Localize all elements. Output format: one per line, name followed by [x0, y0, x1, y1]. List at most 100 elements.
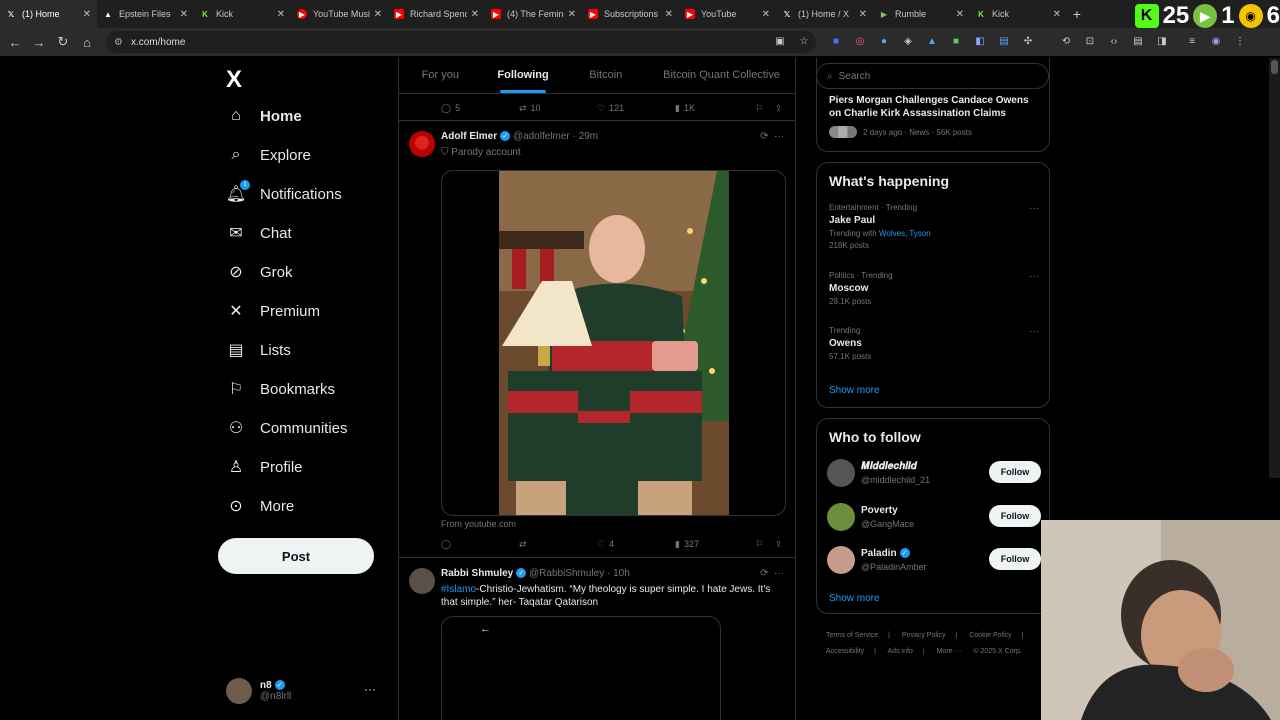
browser-tab[interactable]: ▶ YouTube Music ✕ — [291, 0, 388, 28]
nav-notifications[interactable]: 🔔︎ 1 Notifications — [226, 179, 342, 209]
browser-tab[interactable]: ▶ YouTube ✕ — [679, 0, 776, 28]
nav-chat[interactable]: ✉ Chat — [226, 218, 291, 248]
footer-link[interactable]: Accessibility — [826, 648, 864, 655]
avatar[interactable] — [827, 459, 855, 487]
extension-icon[interactable]: ◈ — [900, 33, 916, 49]
nav-lists[interactable]: ▤ Lists — [226, 335, 290, 365]
arrow-left-icon[interactable]: ← — [480, 623, 491, 635]
x-logo-icon[interactable]: X — [226, 66, 242, 94]
follow-button[interactable]: Follow — [989, 505, 1041, 527]
browser-tab[interactable]: K Kick ✕ — [194, 0, 291, 28]
cast-icon[interactable]: ▣ — [772, 33, 788, 49]
trend-item[interactable]: Trending Owens 57.1K posts ··· — [829, 326, 1039, 361]
follow-suggestion[interactable]: Paladin ✓ @PaladinAmber Follow — [827, 546, 1041, 576]
home-icon[interactable]: ⌂ — [75, 35, 99, 50]
close-icon[interactable]: ✕ — [859, 9, 867, 20]
browser-tab[interactable]: K Kick ✕ — [970, 0, 1067, 28]
close-icon[interactable]: ✕ — [665, 9, 673, 20]
trend-related-link[interactable]: Wolves, Tyson — [879, 229, 931, 238]
show-more-link[interactable]: Show more — [829, 593, 880, 604]
close-icon[interactable]: ✕ — [277, 9, 285, 20]
kebab-menu-icon[interactable]: ⋮ — [1232, 33, 1248, 49]
nav-premium[interactable]: ✕ Premium — [226, 296, 320, 326]
new-tab-button[interactable]: + — [1067, 6, 1087, 22]
footer-more[interactable]: More ··· — [937, 648, 962, 655]
more-dots-icon[interactable]: ··· — [1029, 203, 1039, 214]
tab-bitcoin-quant-collective[interactable]: Bitcoin Quant Collective — [647, 58, 795, 93]
reply-button[interactable]: ◯ 5 — [441, 103, 460, 114]
extension-icon[interactable]: ⊡ — [1082, 33, 1098, 49]
post-button[interactable]: Post — [218, 538, 374, 574]
close-icon[interactable]: ✕ — [374, 9, 382, 20]
scrollbar[interactable] — [1269, 58, 1280, 478]
scrollbar-thumb[interactable] — [1271, 60, 1278, 74]
sidebar-icon[interactable]: ◨ — [1154, 33, 1170, 49]
nav-profile[interactable]: ♙ Profile — [226, 452, 303, 482]
extension-icon[interactable]: ● — [876, 33, 892, 49]
profile-avatar-icon[interactable]: ◉ — [1208, 33, 1224, 49]
bookmark-button[interactable]: ⚐ — [755, 103, 763, 114]
star-icon[interactable]: ☆ — [796, 33, 812, 49]
close-icon[interactable]: ✕ — [762, 9, 770, 20]
browser-tab[interactable]: ▶Richard Spencer✕ — [388, 0, 485, 28]
trend-item[interactable]: Entertainment · Trending Jake Paul Trend… — [829, 203, 1039, 250]
bookmark-button[interactable]: ⚐ — [755, 539, 763, 550]
tweet[interactable]: Rabbi Shmuley ✓ @RabbiShmuley · 10h ⟳ ···… — [399, 558, 795, 720]
more-dots-icon[interactable]: ··· — [364, 682, 376, 696]
avatar[interactable] — [827, 546, 855, 574]
extension-icon[interactable]: ▤ — [996, 33, 1012, 49]
tweet-media[interactable] — [441, 170, 786, 516]
avatar[interactable] — [409, 568, 435, 594]
share-button[interactable]: ⇪ — [775, 539, 783, 550]
author-name[interactable]: Adolf Elmer — [441, 131, 497, 142]
forward-icon[interactable]: → — [27, 35, 51, 50]
nav-explore[interactable]: ⌕ Explore — [226, 140, 311, 170]
close-icon[interactable]: ✕ — [956, 9, 964, 20]
browser-tab[interactable]: ▲ Epstein Files ✕ — [97, 0, 194, 28]
trend-item[interactable]: Politics · Trending Moscow 28.1K posts ·… — [829, 271, 1039, 306]
tweet[interactable]: Adolf Elmer ✓ @adolfelmer · 29m ⟳ ··· ⛉ P… — [399, 121, 795, 558]
nav-more[interactable]: ⊙ More — [226, 491, 294, 521]
reply-button[interactable]: ◯ — [441, 539, 455, 550]
tweet-time[interactable]: · 29m — [573, 131, 599, 142]
follow-button[interactable]: Follow — [989, 461, 1041, 483]
author-name[interactable]: Rabbi Shmuley — [441, 568, 513, 579]
browser-tab[interactable]: ▶(4) The Feminine✕ — [485, 0, 582, 28]
browser-tab[interactable]: ▶ Rumble ✕ — [873, 0, 970, 28]
avatar[interactable] — [827, 503, 855, 531]
share-button[interactable]: ⇪ — [775, 103, 783, 114]
tab-following[interactable]: Following — [482, 58, 565, 93]
tweet-time[interactable]: · 10h — [607, 568, 630, 579]
history-icon[interactable]: ⟲ — [1058, 33, 1074, 49]
tab-bitcoin[interactable]: Bitcoin — [564, 58, 647, 93]
back-icon[interactable]: ← — [3, 35, 27, 50]
reading-list-icon[interactable]: ▤ — [1130, 33, 1146, 49]
extensions-puzzle-icon[interactable]: ✣ — [1020, 33, 1036, 49]
author-handle[interactable]: @RabbiShmuley — [529, 568, 604, 579]
extension-icon[interactable]: ◧ — [972, 33, 988, 49]
like-button[interactable]: ♡ 121 — [597, 103, 624, 114]
close-icon[interactable]: ✕ — [471, 9, 479, 20]
hashtag-link[interactable]: #Islamo — [441, 584, 476, 595]
close-icon[interactable]: ✕ — [180, 9, 188, 20]
views-button[interactable]: ▮ 1K — [675, 103, 695, 114]
url-bar[interactable]: ⚙ x.com/home — [106, 31, 816, 53]
follow-suggestion[interactable]: 𝑴𝒊𝒅𝒅𝒍𝒆𝒄𝒉𝒊𝒍𝒅 @middlechild_21 Follow — [827, 459, 1041, 489]
footer-link[interactable]: Terms of Service — [826, 632, 878, 639]
close-icon[interactable]: ✕ — [568, 9, 576, 20]
footer-link[interactable]: Privacy Policy — [902, 632, 946, 639]
author-handle[interactable]: @adolfelmer — [513, 131, 570, 142]
more-dots-icon[interactable]: ··· — [1029, 326, 1039, 337]
browser-tab[interactable]: ▶ Subscriptions ✕ — [582, 0, 679, 28]
views-button[interactable]: ▮ 327 — [675, 539, 699, 550]
browser-tab[interactable]: 𝕏 (1) Home / X ✕ — [776, 0, 873, 28]
tweet-media[interactable]: ← — [441, 616, 721, 720]
devtools-icon[interactable]: ‹› — [1106, 33, 1122, 49]
follow-button[interactable]: Follow — [989, 548, 1041, 570]
nav-communities[interactable]: ⚇ Communities — [226, 413, 348, 443]
like-button[interactable]: ♡ 4 — [597, 539, 614, 550]
footer-link[interactable]: Ads info — [888, 648, 913, 655]
nav-home[interactable]: ⌂ Home — [226, 101, 302, 131]
close-icon[interactable]: ✕ — [83, 9, 91, 20]
media-source[interactable]: From youtube.com — [441, 519, 516, 529]
